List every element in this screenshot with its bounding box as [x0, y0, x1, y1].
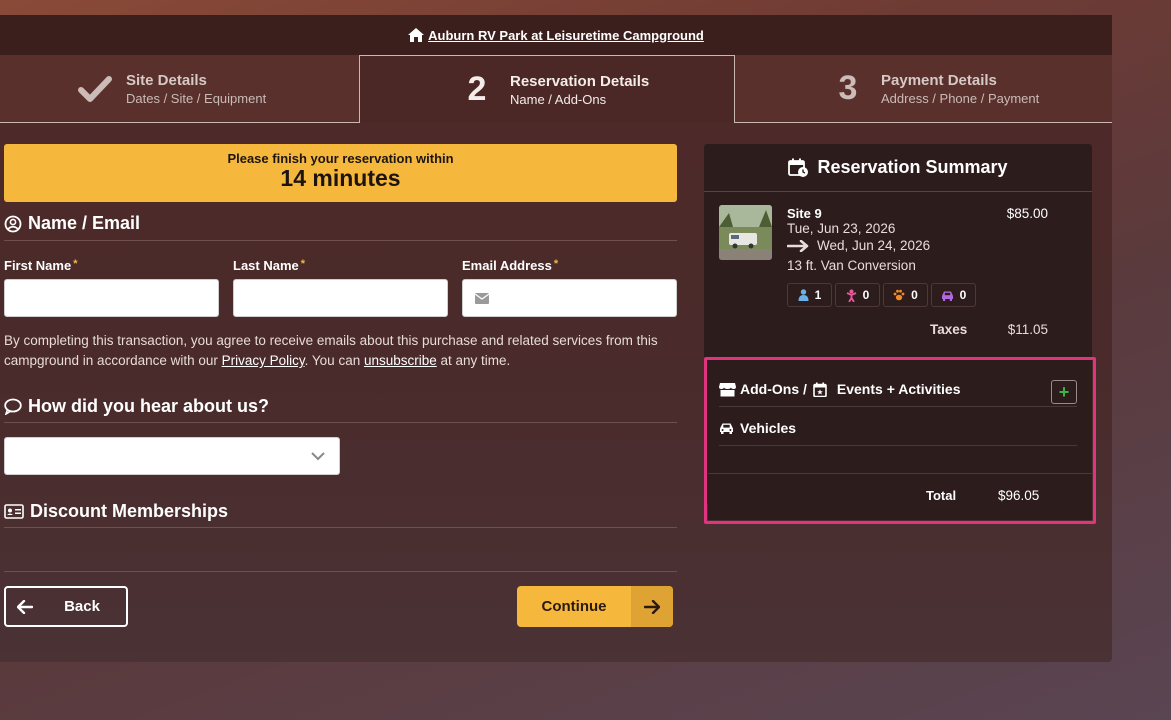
children-badge: 0 — [835, 283, 880, 307]
tab-reservation-details[interactable]: 2 Reservation Details Name / Add-Ons — [359, 55, 735, 123]
first-name-field[interactable] — [4, 279, 219, 317]
total-value: $96.05 — [998, 488, 1040, 503]
addons-highlight: Add-Ons / Events + Activities + Vehicles… — [704, 357, 1096, 524]
step-subtitle: Dates / Site / Equipment — [126, 90, 267, 106]
car-icon — [941, 291, 953, 301]
site-name: Site 9 — [787, 206, 822, 221]
vehicles-badge: 0 — [931, 283, 976, 307]
step-title: Site Details — [126, 71, 207, 89]
arrival-date: Tue, Jun 23, 2026 — [787, 221, 896, 236]
summary-header: Reservation Summary — [704, 144, 1092, 192]
step-title: Payment Details — [881, 71, 997, 89]
divider — [4, 240, 677, 241]
reservation-card: Auburn RV Park at Leisuretime Campground… — [0, 15, 1112, 662]
section-title: Discount Memberships — [30, 501, 229, 521]
id-card-icon — [4, 504, 24, 519]
section-title: Name / Email — [28, 213, 141, 233]
back-label: Back — [64, 598, 100, 615]
arrow-left-icon — [17, 599, 33, 614]
vehicles-heading: Vehicles — [719, 420, 796, 436]
divider — [4, 571, 677, 572]
consent-text: By completing this transaction, you agre… — [4, 333, 658, 368]
addons-panel: Add-Ons / Events + Activities + Vehicles… — [708, 361, 1092, 520]
checkmark-icon — [78, 75, 112, 102]
total-row: Total $96.05 — [708, 473, 1092, 520]
chevron-down-icon — [311, 452, 325, 461]
person-icon — [798, 289, 809, 301]
step-tabs: Site Details Dates / Site / Equipment 2 … — [0, 55, 1112, 123]
hear-about-heading: How did you hear about us? — [4, 396, 269, 417]
child-icon — [846, 289, 857, 302]
last-name-field[interactable] — [233, 279, 448, 317]
step-subtitle: Address / Phone / Payment — [881, 90, 1040, 106]
home-icon — [408, 28, 425, 42]
park-bar: Auburn RV Park at Leisuretime Campground — [0, 15, 1112, 55]
name-email-heading: Name / Email — [4, 213, 140, 234]
addons-label: Add-Ons / — [740, 381, 807, 397]
summary-title: Reservation Summary — [817, 157, 1008, 177]
step-number: 2 — [467, 70, 487, 108]
site-price: $85.00 — [1006, 206, 1048, 221]
paw-icon — [893, 289, 905, 301]
tab-payment-details[interactable]: 3 Payment Details Address / Phone / Paym… — [735, 55, 1112, 123]
add-addon-button[interactable]: + — [1051, 380, 1077, 404]
email-field[interactable] — [462, 279, 677, 317]
back-button[interactable]: Back — [4, 586, 128, 627]
continue-button[interactable]: Continue — [517, 586, 673, 627]
store-icon — [719, 382, 736, 396]
last-name-label: Last Name * — [233, 258, 306, 273]
calendar-clock-icon — [788, 158, 809, 177]
hear-about-select[interactable] — [4, 437, 340, 475]
departure-row: Wed, Jun 24, 2026 — [787, 238, 930, 253]
continue-label: Continue — [541, 598, 607, 615]
email-label: Email Address * — [462, 258, 559, 273]
total-label: Total — [926, 488, 957, 503]
first-name-label: First Name * — [4, 258, 78, 273]
equipment-type: 13 ft. Van Conversion — [787, 258, 916, 273]
tab-site-details[interactable]: Site Details Dates / Site / Equipment — [0, 55, 359, 123]
reservation-timer: Please finish your reservation within 14… — [4, 144, 677, 202]
speech-bubble-icon — [4, 398, 22, 415]
taxes-value: $11.05 — [1007, 322, 1048, 337]
adults-badge: 1 — [787, 283, 832, 307]
step-number: 3 — [838, 69, 858, 107]
occupant-badges: 1 0 0 0 — [787, 283, 979, 307]
section-title: How did you hear about us? — [28, 396, 270, 416]
timer-value: 14 minutes — [280, 165, 401, 191]
arrow-right-icon — [787, 239, 809, 252]
taxes-label: Taxes — [930, 322, 968, 337]
addons-heading: Add-Ons / Events + Activities — [719, 381, 960, 397]
pets-badge: 0 — [883, 283, 928, 307]
events-label: Events + Activities — [836, 381, 961, 397]
step-subtitle: Name / Add-Ons — [510, 91, 607, 107]
divider — [719, 406, 1077, 407]
divider — [4, 527, 677, 528]
divider — [4, 422, 677, 423]
timer-label: Please finish your reservation within — [227, 151, 454, 166]
park-name-link[interactable]: Auburn RV Park at Leisuretime Campground — [428, 28, 704, 43]
calendar-star-icon — [813, 382, 827, 397]
privacy-policy-link[interactable]: Privacy Policy — [222, 353, 305, 368]
departure-date: Wed, Jun 24, 2026 — [817, 238, 931, 253]
envelope-icon — [475, 293, 489, 304]
arrow-right-icon — [644, 599, 660, 614]
car-icon — [720, 423, 733, 434]
unsubscribe-link[interactable]: unsubscribe — [364, 353, 437, 368]
discount-heading: Discount Memberships — [4, 501, 228, 522]
site-thumbnail — [719, 205, 772, 260]
divider — [719, 445, 1077, 446]
user-circle-icon — [4, 215, 22, 232]
vehicles-label: Vehicles — [740, 420, 797, 436]
step-title: Reservation Details — [510, 72, 650, 90]
